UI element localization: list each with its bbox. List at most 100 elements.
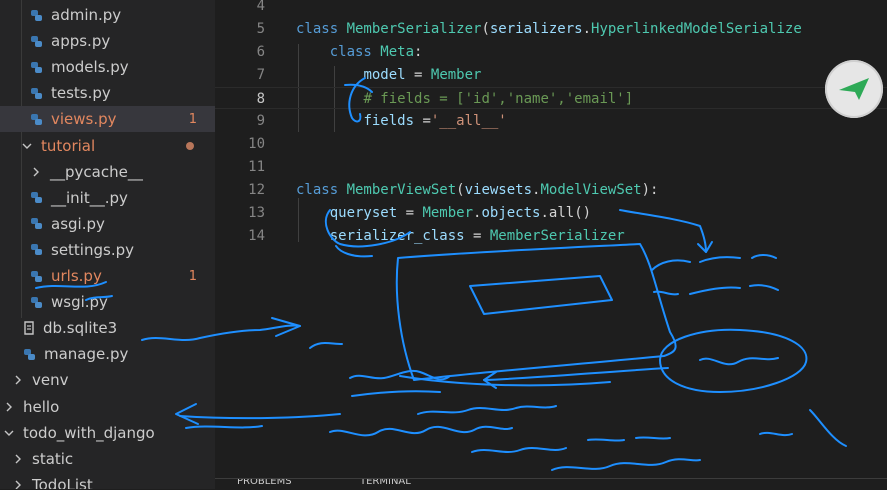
- code-token: queryset: [329, 205, 398, 221]
- code-token: all(): [548, 205, 592, 221]
- code-token: MemberSerializer: [346, 21, 482, 37]
- tree-item--init-py[interactable]: __init__.py: [0, 185, 215, 211]
- chevron-right-icon: [6, 402, 12, 411]
- tree-item--pycache-[interactable]: __pycache__: [0, 159, 215, 185]
- code-token: class: [296, 21, 347, 37]
- code-line[interactable]: 13 queryset = Member.objects.all(): [215, 202, 887, 224]
- code-token: model: [363, 67, 406, 83]
- line-number: 10: [248, 136, 265, 152]
- python-file-icon: [31, 218, 42, 230]
- explorer-sidebar: admin.py apps.py models.py tests.py views.py…: [0, 0, 215, 489]
- chevron-right-icon: [15, 375, 21, 385]
- tree-item-label: hello: [23, 397, 60, 416]
- code-token: =: [414, 113, 431, 129]
- tree-item-venv[interactable]: venv: [0, 367, 215, 393]
- tree-item-tutorial[interactable]: tutorial: [0, 133, 215, 159]
- code-text: queryset = Member.objects.all(): [296, 202, 591, 224]
- tree-item-urls-py[interactable]: urls.py 1: [0, 263, 215, 289]
- problem-count-badge: 1: [188, 111, 197, 127]
- python-file-icon: [31, 192, 42, 204]
- tree-item-label: tests.py: [51, 84, 111, 103]
- code-line[interactable]: 14 serializer_class = MemberSerializer: [215, 225, 887, 247]
- code-line[interactable]: 11: [215, 156, 887, 178]
- annotation-tool-button[interactable]: [825, 60, 883, 118]
- code-token: Member: [422, 205, 474, 221]
- tree-item-label: wsgi.py: [51, 293, 108, 312]
- code-text: class MemberSerializer(serializers.Hyper…: [296, 18, 802, 40]
- tree-item-static[interactable]: static: [0, 446, 215, 472]
- tree-item-wsgi-py[interactable]: wsgi.py: [0, 289, 215, 315]
- tree-item-hello[interactable]: hello: [0, 394, 215, 420]
- code-line[interactable]: 10: [215, 133, 887, 155]
- code-line[interactable]: 7 model = Member: [215, 64, 887, 86]
- code-token: Member: [430, 67, 482, 83]
- code-editor[interactable]: 4 5 class MemberSerializer(serializers.Hyp…: [215, 0, 887, 489]
- tree-item-admin-py[interactable]: admin.py: [0, 2, 215, 28]
- tree-item-manage-py[interactable]: manage.py: [0, 341, 215, 367]
- chevron-right-icon: [15, 480, 21, 489]
- tree-item-label: __pycache__: [50, 162, 143, 181]
- tree-item-db-sqlite3[interactable]: db.sqlite3: [0, 315, 215, 341]
- python-file-icon: [31, 270, 42, 282]
- tree-item-views-py[interactable]: views.py 1: [0, 106, 215, 133]
- chevron-down-icon: [22, 143, 32, 149]
- tab-terminal[interactable]: TERMINAL: [360, 479, 411, 487]
- tree-item-label: db.sqlite3: [43, 319, 118, 338]
- python-file-icon: [31, 244, 42, 256]
- line-number: 13: [248, 205, 265, 221]
- line-number: 5: [256, 21, 265, 37]
- code-token: viewsets: [464, 182, 533, 198]
- modified-dot-icon: [186, 141, 194, 150]
- python-file-icon: [31, 35, 42, 47]
- tree-item-settings-py[interactable]: settings.py: [0, 237, 215, 263]
- line-number: 7: [256, 67, 265, 83]
- code-text: class MemberViewSet(viewsets.ModelViewSe…: [296, 179, 658, 201]
- line-number: 14: [248, 228, 265, 244]
- code-line[interactable]: 8 # fields = ['id','name','email']: [215, 87, 887, 109]
- tree-item-apps-py[interactable]: apps.py: [0, 28, 215, 54]
- code-text: fields ='__all__': [296, 110, 507, 132]
- code-line[interactable]: 6 class Meta:: [215, 41, 887, 63]
- tree-item-todolist[interactable]: TodoList: [0, 472, 215, 489]
- tree-item-asgi-py[interactable]: asgi.py: [0, 211, 215, 237]
- code-token: :: [414, 44, 423, 60]
- python-file-icon: [31, 113, 42, 125]
- python-file-icon: [31, 296, 42, 308]
- code-token: serializer_class: [329, 228, 465, 244]
- code-token: HyperlinkedModelSerialize: [591, 21, 802, 37]
- chevron-right-icon: [33, 167, 39, 177]
- code-token: '__all__': [430, 113, 507, 129]
- tree-item-tests-py[interactable]: tests.py: [0, 80, 215, 106]
- tree-item-label: todo_with_django: [23, 423, 155, 442]
- code-token: (: [456, 182, 465, 198]
- tree-item-label: admin.py: [51, 6, 122, 24]
- code-line[interactable]: 9 fields ='__all__': [215, 110, 887, 132]
- code-token: class: [296, 182, 347, 198]
- chevron-down-icon: [4, 430, 14, 436]
- code-token: .: [540, 205, 549, 221]
- code-line[interactable]: 12 class MemberViewSet(viewsets.ModelView…: [215, 179, 887, 201]
- code-token: Meta: [380, 44, 415, 60]
- tree-item-label: TodoList: [32, 475, 93, 489]
- line-number: 11: [248, 159, 265, 175]
- tree-item-label: asgi.py: [51, 214, 105, 233]
- database-icon: [24, 321, 34, 335]
- code-line[interactable]: 4: [215, 0, 887, 17]
- line-number: 6: [256, 44, 265, 60]
- tree-item-todo-with-django[interactable]: todo_with_django: [0, 420, 215, 446]
- code-token: .: [582, 21, 592, 37]
- code-line[interactable]: 5 class MemberSerializer(serializers.Hype…: [215, 18, 887, 40]
- tree-item-label: views.py: [51, 110, 117, 129]
- tree-item-label: __init__.py: [51, 188, 128, 207]
- code-token: serializers: [489, 21, 583, 37]
- problem-count-badge: 1: [188, 268, 197, 284]
- tree-item-models-py[interactable]: models.py: [0, 54, 215, 80]
- code-token: # fields = ['id','name','email']: [363, 91, 634, 107]
- tab-problems[interactable]: PROBLEMS: [237, 479, 292, 487]
- tree-item-label: apps.py: [51, 32, 111, 51]
